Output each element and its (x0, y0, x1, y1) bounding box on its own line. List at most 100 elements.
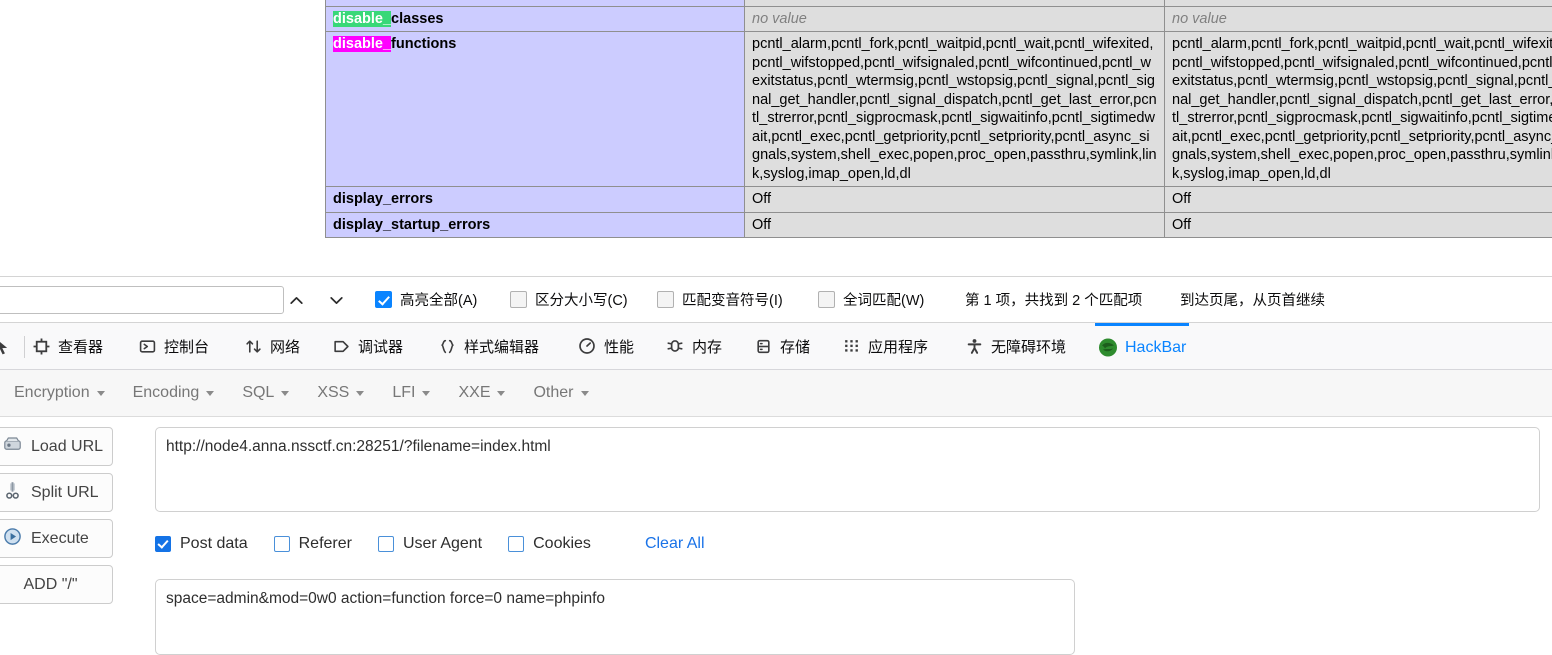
directive-name: classes (391, 11, 443, 27)
find-wrapped-status: 到达页尾，从页首继续 (1180, 289, 1325, 310)
match-diacritics-checkbox[interactable]: 匹配变音符号(I) (657, 289, 783, 310)
menu-xxe[interactable]: XXE (444, 384, 519, 402)
search-match-highlight: disable_ (333, 36, 391, 52)
load-url-button[interactable]: Load URL (0, 427, 113, 466)
tab-memory[interactable]: 内存 (662, 323, 725, 369)
storage-icon (753, 336, 773, 356)
menu-encryption[interactable]: Encryption (0, 384, 119, 402)
tab-debugger[interactable]: 调试器 (328, 323, 406, 369)
tab-style-editor[interactable]: 样式编辑器 (434, 323, 542, 369)
menu-encoding[interactable]: Encoding (119, 384, 229, 402)
table-row: display_errors Off Off (326, 187, 1552, 213)
chevron-down-icon[interactable] (323, 287, 349, 313)
split-url-icon (3, 481, 22, 505)
cookies-checkbox[interactable]: Cookies (508, 535, 591, 553)
post-data-input[interactable]: space=admin&mod=0w0 action=function forc… (155, 579, 1075, 655)
split-url-button[interactable]: Split URL (0, 473, 113, 512)
local-value-cell: no value (745, 6, 1165, 32)
execute-button[interactable]: Execute (0, 519, 113, 558)
directive-name: display_startup_errors (333, 217, 490, 233)
tab-performance[interactable]: 性能 (574, 323, 637, 369)
button-label: Execute (31, 530, 89, 548)
local-value: text/html (752, 0, 807, 1)
checkbox-box (378, 536, 394, 552)
match-case-checkbox[interactable]: 区分大小写(C) (510, 289, 628, 310)
menu-label: Encryption (14, 384, 90, 402)
menu-other[interactable]: Other (519, 384, 602, 402)
master-value: pcntl_alarm,pcntl_fork,pcntl_waitpid,pcn… (1172, 36, 1552, 182)
table-row: disable_classes no value no value (326, 6, 1552, 32)
menu-label: XSS (317, 384, 349, 402)
application-icon (841, 336, 861, 356)
find-match-status: 第 1 项，共找到 2 个匹配项 (965, 289, 1142, 310)
console-icon (137, 336, 157, 356)
inspector-icon (31, 336, 51, 356)
devtools-toolbar: 查看器 控制台 网络 调试器 样式编辑器 性能 内存 (0, 323, 1552, 370)
clear-all-link[interactable]: Clear All (645, 535, 705, 553)
local-value: pcntl_alarm,pcntl_fork,pcntl_waitpid,pcn… (752, 36, 1157, 182)
url-input[interactable]: http://node4.anna.nssctf.cn:28251/?filen… (155, 427, 1540, 512)
user-agent-label: User Agent (403, 535, 482, 553)
post-data-value: space=admin&mod=0w0 action=function forc… (166, 590, 605, 607)
whole-words-label: 全词匹配(W) (843, 289, 924, 310)
style-editor-icon (437, 336, 457, 356)
chevron-down-icon (581, 391, 589, 396)
directive-name: display_errors (333, 191, 433, 207)
post-data-checkbox[interactable]: Post data (155, 535, 248, 553)
tab-console[interactable]: 控制台 (134, 323, 212, 369)
master-value-cell: Off (1165, 212, 1552, 238)
add-slash-button[interactable]: ADD "/" (0, 565, 113, 604)
tab-application[interactable]: 应用程序 (838, 323, 931, 369)
local-value: no value (752, 11, 807, 27)
referer-checkbox[interactable]: Referer (274, 535, 352, 553)
menu-lfi[interactable]: LFI (378, 384, 444, 402)
element-picker-icon[interactable] (0, 334, 16, 360)
menu-xss[interactable]: XSS (303, 384, 378, 402)
highlight-all-checkbox[interactable]: 高亮全部(A) (375, 289, 477, 310)
chevron-down-icon (356, 391, 364, 396)
cookies-label: Cookies (533, 535, 591, 553)
whole-words-checkbox[interactable]: 全词匹配(W) (818, 289, 924, 310)
hackbar-panel: Encryption Encoding SQL XSS LFI XXE Othe… (0, 370, 1552, 648)
checkbox-box (657, 291, 674, 308)
directive-name-cell: disable_classes (326, 6, 745, 32)
chevron-up-icon[interactable] (283, 287, 309, 313)
phpinfo-config-table: default_mimetype text/html text/html dis… (325, 0, 1552, 238)
checkbox-box (274, 536, 290, 552)
performance-icon (577, 336, 597, 356)
tab-label: 内存 (692, 336, 722, 357)
local-value: Off (752, 191, 771, 207)
chevron-down-icon (281, 391, 289, 396)
menu-label: LFI (392, 384, 415, 402)
tab-label: 查看器 (58, 336, 103, 357)
tab-accessibility[interactable]: 无障碍环境 (961, 323, 1069, 369)
phpinfo-page-area: default_mimetype text/html text/html dis… (0, 0, 1552, 276)
button-label: Split URL (31, 484, 99, 502)
menu-sql[interactable]: SQL (228, 384, 303, 402)
tab-storage[interactable]: 存储 (750, 323, 813, 369)
search-match-highlight-current: disable_ (333, 11, 391, 27)
local-value-cell: pcntl_alarm,pcntl_fork,pcntl_waitpid,pcn… (745, 32, 1165, 187)
tab-network[interactable]: 网络 (240, 323, 303, 369)
button-label: ADD "/" (23, 576, 77, 594)
hackbar-logo-icon (1098, 338, 1118, 358)
tab-label: 应用程序 (868, 336, 928, 357)
chevron-down-icon (422, 391, 430, 396)
match-diacritics-label: 匹配变音符号(I) (682, 289, 783, 310)
tab-label: 无障碍环境 (991, 336, 1066, 357)
user-agent-checkbox[interactable]: User Agent (378, 535, 482, 553)
debugger-icon (331, 336, 351, 356)
checkbox-box (508, 536, 524, 552)
local-value: Off (752, 217, 771, 233)
hackbar-body: Load URL Split URL Execute ADD "/" http:… (0, 417, 1552, 648)
hackbar-menu-bar: Encryption Encoding SQL XSS LFI XXE Othe… (0, 370, 1552, 417)
tab-label: 存储 (780, 336, 810, 357)
find-input[interactable]: disable_ (0, 286, 284, 314)
menu-label: XXE (458, 384, 490, 402)
tab-hackbar[interactable]: HackBar (1095, 323, 1189, 369)
tab-inspector[interactable]: 查看器 (28, 323, 106, 369)
checkbox-box (510, 291, 527, 308)
table-row: display_startup_errors Off Off (326, 212, 1552, 238)
master-value-cell: Off (1165, 187, 1552, 213)
request-options-row: Post data Referer User Agent Cookies Cle… (155, 529, 1540, 559)
